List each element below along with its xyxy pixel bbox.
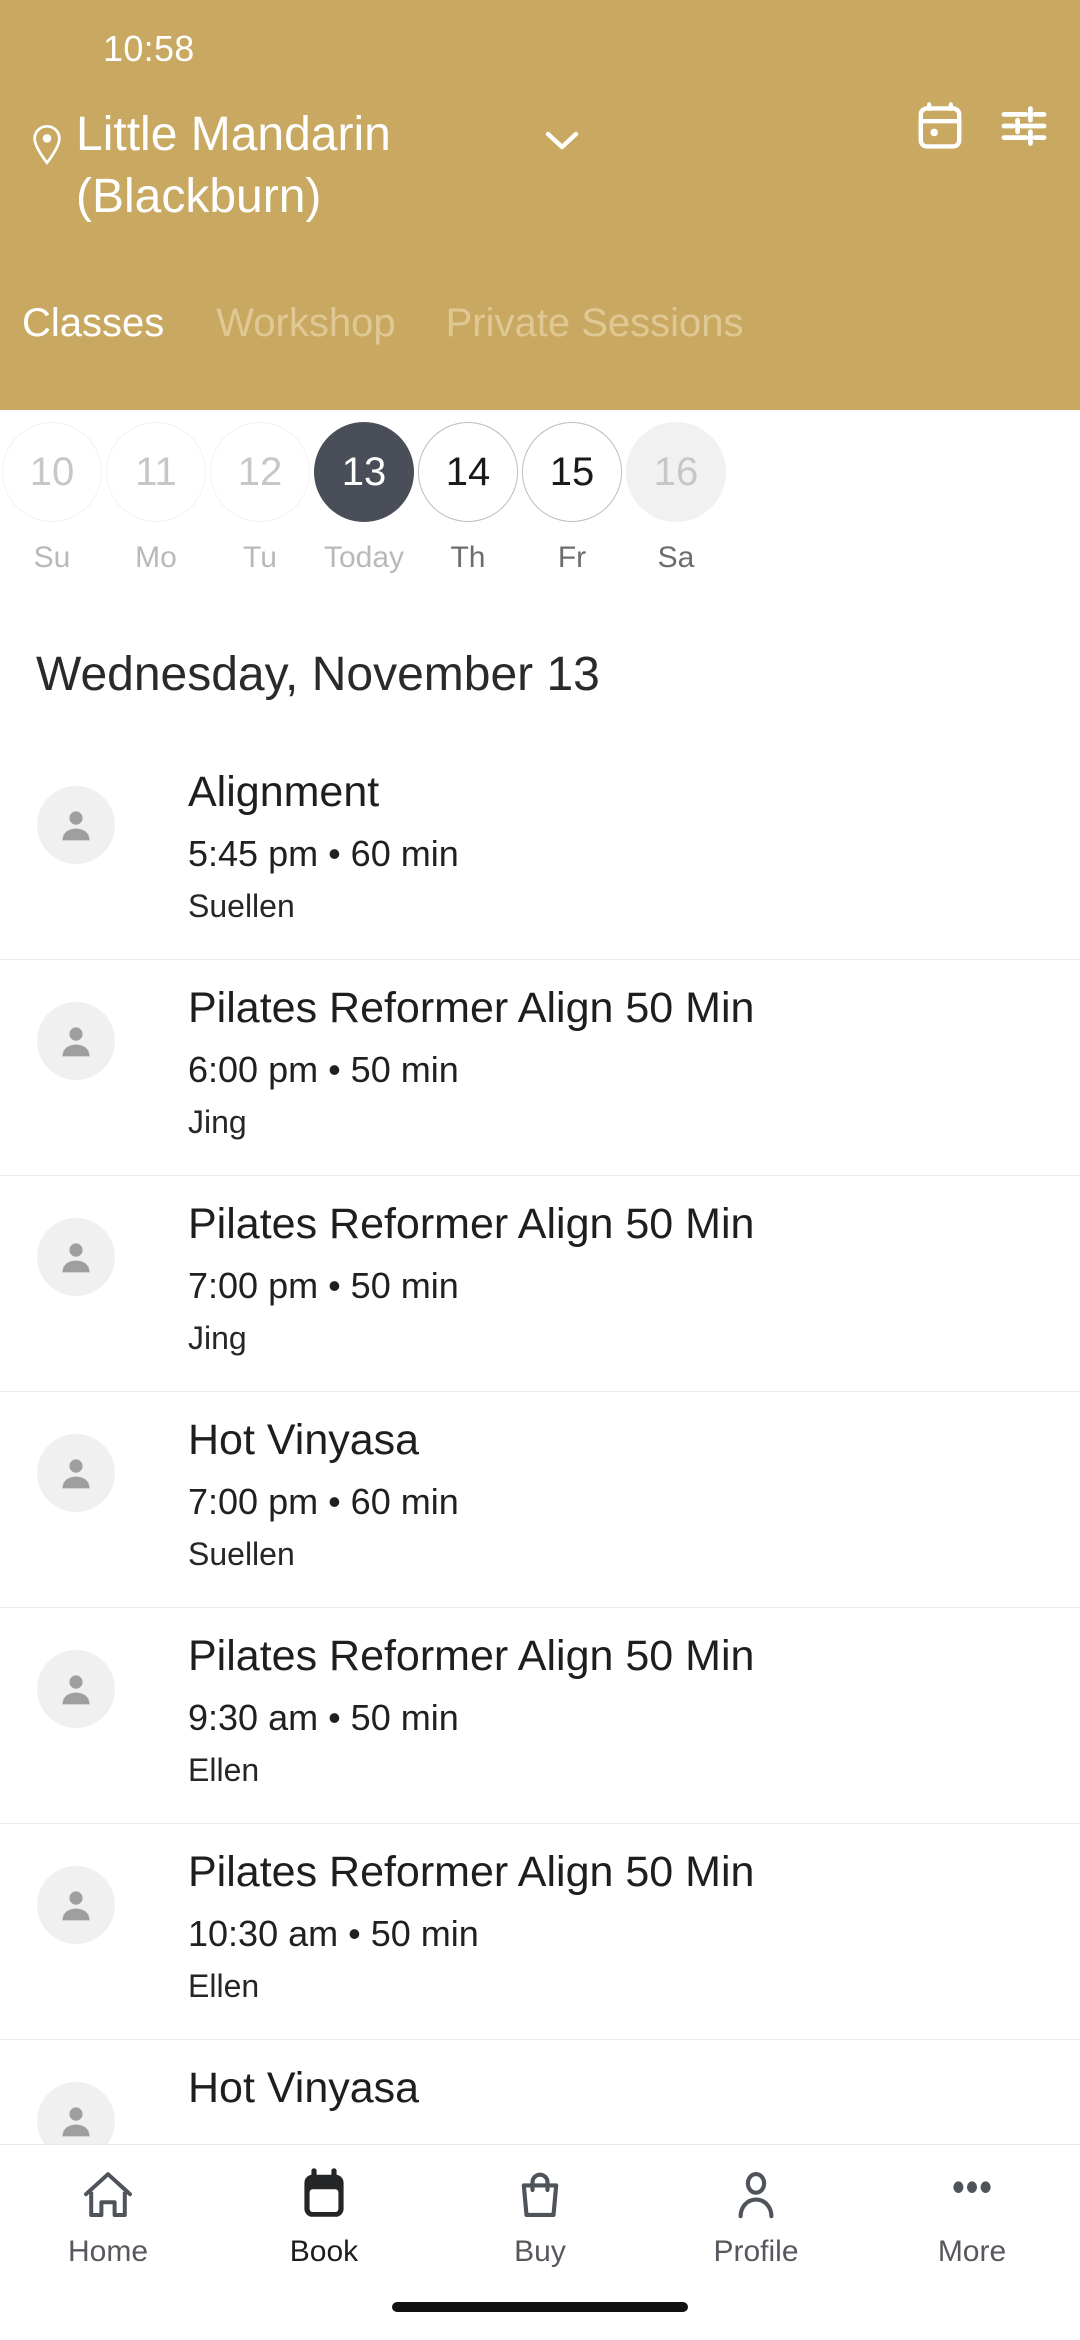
- class-list-item[interactable]: Alignment 5:45 pm • 60 min Suellen: [0, 744, 1080, 960]
- class-time-duration: 7:00 pm • 60 min: [188, 1481, 459, 1522]
- chevron-down-icon[interactable]: [534, 114, 590, 164]
- location-pin-icon: [28, 122, 66, 168]
- date-cell-12[interactable]: 12 Tu: [208, 410, 312, 574]
- date-cell-11[interactable]: 11 Mo: [104, 410, 208, 574]
- calendar-icon[interactable]: [914, 100, 966, 152]
- class-list-item[interactable]: Hot Vinyasa 7:00 pm • 60 min Suellen: [0, 1392, 1080, 1608]
- class-title: Pilates Reformer Align 50 Min: [188, 984, 755, 1032]
- date-number-14[interactable]: 14: [418, 422, 518, 522]
- date-strip-track: 10 Su 11 Mo 12 Tu 13 Today 14 Th 15 Fr 1…: [0, 410, 728, 645]
- date-number-13[interactable]: 13: [314, 422, 414, 522]
- class-instructor: Jing: [188, 1104, 247, 1140]
- class-instructor: Ellen: [188, 1752, 260, 1788]
- day-heading: Wednesday, November 13: [36, 648, 600, 701]
- location-name: Little Mandarin (Blackburn): [76, 108, 391, 223]
- category-tabs: Classes Workshop Private Sessions: [0, 298, 1080, 378]
- app-header: 10:58 Little Mandarin (Blackburn) Classe…: [0, 0, 1080, 410]
- date-label-today: Today: [323, 541, 405, 574]
- header-actions: [914, 100, 1050, 152]
- class-instructor: Suellen: [188, 888, 295, 924]
- tab-workshop[interactable]: Workshop: [216, 298, 395, 348]
- class-title: Pilates Reformer Align 50 Min: [188, 1848, 755, 1896]
- class-list-item[interactable]: Pilates Reformer Align 50 Min 9:30 am • …: [0, 1608, 1080, 1824]
- date-strip[interactable]: 10 Su 11 Mo 12 Tu 13 Today 14 Th 15 Fr 1…: [0, 410, 1080, 645]
- tab-private-sessions[interactable]: Private Sessions: [446, 298, 744, 348]
- nav-label-home: Home: [67, 2235, 149, 2268]
- bottom-nav-items: Home Book Buy Profile More: [0, 2145, 1080, 2285]
- date-cell-16[interactable]: 16 Sa: [624, 410, 728, 574]
- class-instructor: Ellen: [188, 1968, 260, 2004]
- date-cell-15[interactable]: 15 Fr: [520, 410, 624, 574]
- home-indicator[interactable]: [392, 2302, 688, 2312]
- class-time-duration: 7:00 pm • 50 min: [188, 1265, 459, 1306]
- date-number-11[interactable]: 11: [106, 422, 206, 522]
- class-info: Hot Vinyasa: [188, 2062, 1060, 2114]
- class-info: Pilates Reformer Align 50 Min 6:00 pm • …: [188, 982, 1060, 1142]
- class-list-item[interactable]: Pilates Reformer Align 50 Min 6:00 pm • …: [0, 960, 1080, 1176]
- nav-label-profile: Profile: [713, 2235, 799, 2268]
- class-info: Pilates Reformer Align 50 Min 9:30 am • …: [188, 1630, 1060, 1790]
- calendar-icon: [298, 2167, 350, 2223]
- status-bar: 10:58: [0, 0, 1080, 86]
- date-cell-14[interactable]: 14 Th: [416, 410, 520, 574]
- class-title: Pilates Reformer Align 50 Min: [188, 1632, 755, 1680]
- date-number-10[interactable]: 10: [2, 422, 102, 522]
- class-time-duration: 6:00 pm • 50 min: [188, 1049, 459, 1090]
- more-dots-icon: [944, 2167, 1000, 2223]
- class-instructor: Suellen: [188, 1536, 295, 1572]
- date-label-15: Fr: [557, 541, 587, 574]
- bottom-navigation-bar: Home Book Buy Profile More: [0, 2144, 1080, 2340]
- shopping-bag-icon: [513, 2167, 567, 2223]
- class-instructor: Jing: [188, 1320, 247, 1356]
- class-list-item[interactable]: Hot Vinyasa: [0, 2040, 1080, 2144]
- class-time-duration: 5:45 pm • 60 min: [188, 833, 459, 874]
- class-time-duration: 10:30 am • 50 min: [188, 1913, 479, 1954]
- date-label-12: Tu: [243, 541, 277, 574]
- date-label-14: Th: [450, 541, 486, 574]
- person-avatar-icon: [37, 1866, 115, 1944]
- class-title: Hot Vinyasa: [188, 1416, 420, 1464]
- person-icon: [729, 2167, 783, 2223]
- nav-label-buy: Buy: [514, 2235, 566, 2268]
- filter-sliders-icon[interactable]: [998, 100, 1050, 152]
- class-time-duration: 9:30 am • 50 min: [188, 1697, 459, 1738]
- class-info: Hot Vinyasa 7:00 pm • 60 min Suellen: [188, 1414, 1060, 1574]
- class-info: Alignment 5:45 pm • 60 min Suellen: [188, 766, 1060, 926]
- person-avatar-icon: [37, 786, 115, 864]
- class-title: Alignment: [188, 768, 380, 816]
- class-list[interactable]: Alignment 5:45 pm • 60 min Suellen Pilat…: [0, 744, 1080, 2144]
- person-avatar-icon: [37, 2082, 115, 2144]
- nav-item-buy[interactable]: Buy: [432, 2145, 648, 2285]
- person-avatar-icon: [37, 1218, 115, 1296]
- class-info: Pilates Reformer Align 50 Min 10:30 am •…: [188, 1846, 1060, 2006]
- class-list-item[interactable]: Pilates Reformer Align 50 Min 7:00 pm • …: [0, 1176, 1080, 1392]
- nav-item-more[interactable]: More: [864, 2145, 1080, 2285]
- class-info: Pilates Reformer Align 50 Min 7:00 pm • …: [188, 1198, 1060, 1358]
- status-bar-clock: 10:58: [103, 28, 195, 69]
- nav-item-book[interactable]: Book: [216, 2145, 432, 2285]
- class-title: Pilates Reformer Align 50 Min: [188, 1200, 755, 1248]
- class-title: Hot Vinyasa: [188, 2064, 420, 2112]
- date-number-15[interactable]: 15: [522, 422, 622, 522]
- nav-item-home[interactable]: Home: [0, 2145, 216, 2285]
- date-label-10: Su: [33, 541, 71, 574]
- date-cell-13-today[interactable]: 13 Today: [312, 410, 416, 574]
- nav-item-profile[interactable]: Profile: [648, 2145, 864, 2285]
- person-avatar-icon: [37, 1002, 115, 1080]
- date-label-16: Sa: [657, 541, 695, 574]
- class-list-item[interactable]: Pilates Reformer Align 50 Min 10:30 am •…: [0, 1824, 1080, 2040]
- person-avatar-icon: [37, 1650, 115, 1728]
- home-icon: [80, 2167, 136, 2223]
- date-cell-10[interactable]: 10 Su: [0, 410, 104, 574]
- app-root: 10:58 Little Mandarin (Blackburn) Classe…: [0, 0, 1080, 2340]
- nav-label-book: Book: [289, 2235, 359, 2268]
- person-avatar-icon: [37, 1434, 115, 1512]
- tab-classes[interactable]: Classes: [22, 298, 164, 348]
- date-number-16[interactable]: 16: [626, 422, 726, 522]
- date-label-11: Mo: [135, 541, 177, 574]
- date-number-12[interactable]: 12: [210, 422, 310, 522]
- nav-label-more: More: [937, 2235, 1007, 2268]
